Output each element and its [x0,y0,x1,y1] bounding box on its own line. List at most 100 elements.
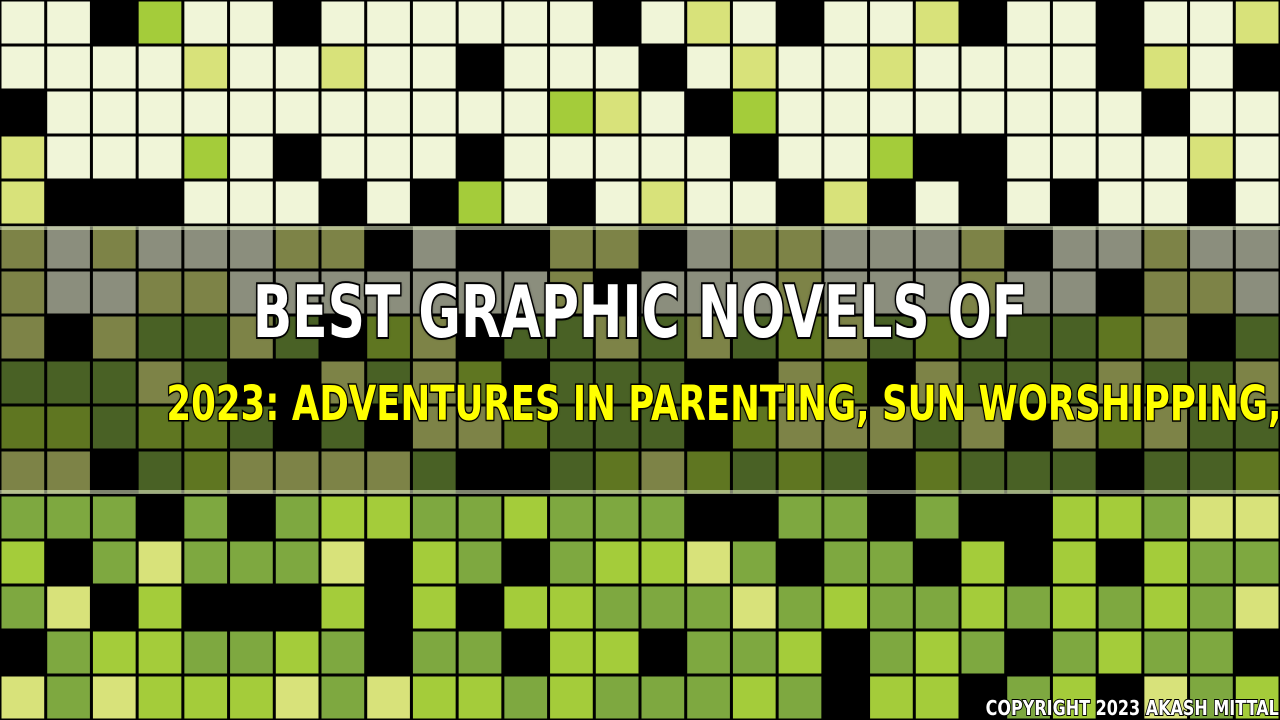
tile [824,181,868,224]
tile [458,91,502,134]
tile [778,676,822,719]
tile [1007,586,1050,629]
tile [870,1,913,44]
tile [870,46,913,89]
tile [47,631,90,674]
tile [870,631,913,674]
tile [778,46,822,89]
tile [138,91,182,134]
tile [1098,541,1142,584]
tile [1,496,45,539]
tile [504,496,548,539]
tile [458,631,502,674]
tile [778,496,822,539]
tile [778,181,822,224]
tile [275,496,319,539]
tile [275,181,319,224]
tile [595,1,639,44]
tile [1190,46,1233,89]
tile [412,91,456,134]
tile [961,496,1005,539]
tile [870,136,913,179]
tile [595,586,639,629]
tile [275,91,319,134]
tile [367,541,410,584]
tile [1190,136,1233,179]
tile [732,181,776,224]
tile [230,496,273,539]
tile [1190,541,1233,584]
tile [915,181,959,224]
tile [458,1,502,44]
tile [321,46,365,89]
tile [1144,496,1188,539]
tile [504,181,548,224]
tile [1098,181,1142,224]
tile [504,136,548,179]
tile [1235,586,1279,629]
tile [1052,586,1096,629]
tile [1052,1,1096,44]
tile [732,136,776,179]
tile [504,631,548,674]
tile [1190,631,1233,674]
tile [321,541,365,584]
tile [275,136,319,179]
tile [961,136,1005,179]
tile [1098,496,1142,539]
tile [550,46,593,89]
tile [275,586,319,629]
tile [321,676,365,719]
tile [641,136,685,179]
tile [138,46,182,89]
tile [595,136,639,179]
tile [184,46,228,89]
tile [184,1,228,44]
tile [1144,91,1188,134]
tile [412,181,456,224]
tile [504,676,548,719]
tile [824,91,868,134]
tile [915,631,959,674]
tile [275,631,319,674]
tile [687,91,730,134]
tile [138,541,182,584]
tile [504,586,548,629]
tile [1052,136,1096,179]
tile [732,46,776,89]
tile [778,541,822,584]
tile [138,631,182,674]
tile [367,631,410,674]
tile [184,631,228,674]
tile [321,631,365,674]
tile [595,541,639,584]
tile [870,181,913,224]
tile [1007,181,1050,224]
tile [321,496,365,539]
tile [504,1,548,44]
tile [321,586,365,629]
tile [92,46,136,89]
tile [595,631,639,674]
tile [641,91,685,134]
tile [687,46,730,89]
tile [687,586,730,629]
tile [367,91,410,134]
tile [230,541,273,584]
tile [1052,91,1096,134]
tile [641,46,685,89]
tile [184,676,228,719]
tile [1235,496,1279,539]
tile [92,586,136,629]
tile [1,181,45,224]
tile [1,631,45,674]
tile [595,46,639,89]
tile [687,541,730,584]
tile [1144,181,1188,224]
tile [641,631,685,674]
tile [870,496,913,539]
tile [138,586,182,629]
tile [778,631,822,674]
tile [1007,541,1050,584]
tile [1144,46,1188,89]
